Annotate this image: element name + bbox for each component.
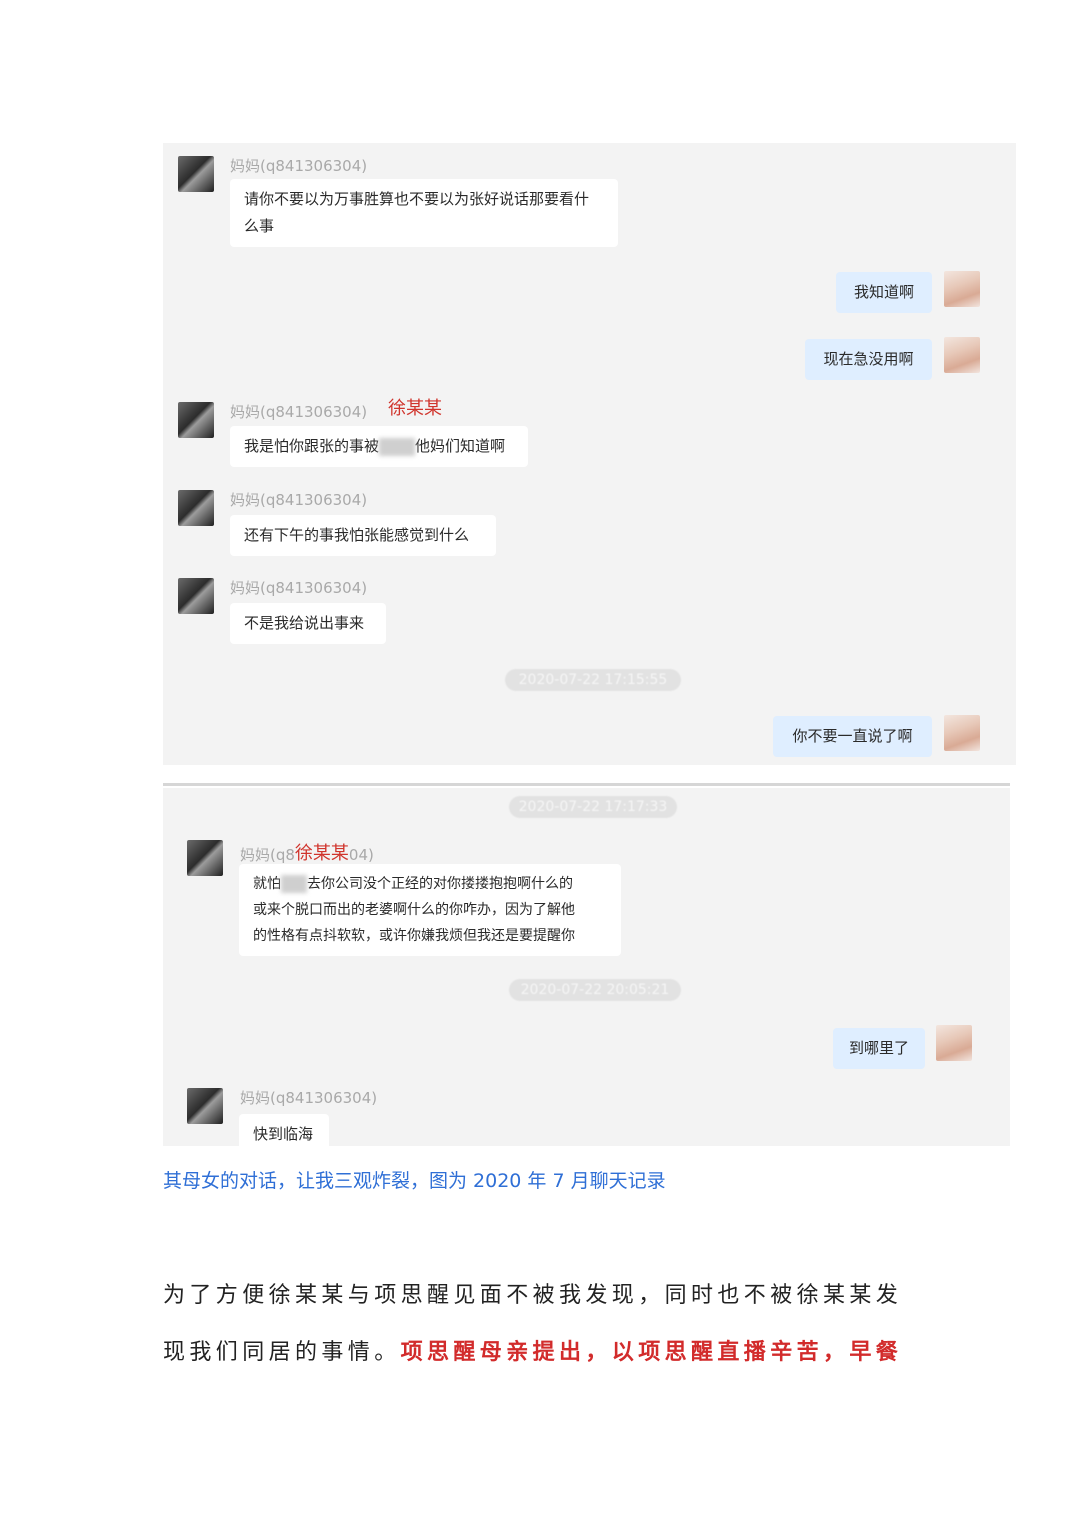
reply-bubble: 现在急没用啊 xyxy=(805,339,932,380)
my-avatar xyxy=(944,271,980,307)
reply-bubble: 你不要一直说了啊 xyxy=(773,716,932,757)
message-bubble: 请你不要以为万事胜算也不要以为张好说话那要看什 么事 xyxy=(230,179,618,247)
redaction-blur xyxy=(281,875,307,893)
timestamp: 2020-07-22 20:05:21 xyxy=(509,979,681,1001)
timestamp: 2020-07-22 17:15:55 xyxy=(505,669,681,691)
message-bubble: 快到临海 xyxy=(239,1114,329,1146)
message-bubble: 就怕 去你公司没个正经的对你搂搂抱抱啊什么的 或来个脱口而出的老婆啊什么的你咋办，… xyxy=(239,864,621,956)
mom-avatar xyxy=(178,490,214,526)
sender-name: 妈妈(q841306304) xyxy=(240,1089,378,1107)
message-text: 就怕 xyxy=(253,876,281,892)
mom-avatar xyxy=(178,402,214,438)
image-caption: 其母女的对话，让我三观炸裂，图为 2020 年 7 月聊天记录 xyxy=(163,1170,666,1192)
sender-name: 妈妈(q841306304) xyxy=(230,579,368,597)
sender-prefix: 妈妈(q8 xyxy=(240,846,295,864)
chat-screenshot-1: 妈妈(q841306304) 请你不要以为万事胜算也不要以为张好说话那要看什 么… xyxy=(163,143,1016,765)
message-bubble: 不是我给说出事来 xyxy=(230,603,386,644)
reply-bubble: 到哪里了 xyxy=(833,1028,925,1069)
divider xyxy=(163,783,1010,786)
mom-avatar xyxy=(187,840,223,876)
paragraph-line: 为了方便徐某某与项思醒见面不被我发现，同时也不被徐某某发 xyxy=(163,1283,903,1308)
sender-name: 妈妈(q841306304) xyxy=(230,403,368,421)
sender-suffix: 04) xyxy=(348,846,374,864)
timestamp: 2020-07-22 17:17:33 xyxy=(509,796,677,818)
sender-name: 妈妈(q8徐某某04) xyxy=(240,840,374,866)
my-avatar xyxy=(944,337,980,373)
paragraph-line: 现我们同居的事情。项思醒母亲提出，以项思醒直播辛苦，早餐 xyxy=(163,1334,902,1366)
chat-screenshot-2: 2020-07-22 17:17:33 妈妈(q8徐某某04) 就怕 去你公司没个… xyxy=(163,788,1010,1146)
mom-avatar xyxy=(178,578,214,614)
message-bubble: 还有下午的事我怕张能感觉到什么 xyxy=(230,515,496,556)
highlighted-text: 项思醒母亲提出，以项思醒直播辛苦，早餐 xyxy=(400,1340,903,1365)
reply-bubble: 我知道啊 xyxy=(836,272,932,313)
message-text: 去你公司没个正经的对你搂搂抱抱啊什么的 xyxy=(307,876,573,892)
message-text: 我是怕你跟张的事被 xyxy=(244,437,380,455)
message-bubble: 我是怕你跟张的事被 他妈们知道啊 xyxy=(230,426,528,467)
my-avatar xyxy=(944,715,980,751)
paragraph-text: 现我们同居的事情。 xyxy=(163,1340,401,1365)
annotation-label: 徐某某 xyxy=(294,843,349,864)
message-text: 请你不要以为万事胜算也不要以为张好说话那要看什 xyxy=(244,190,590,208)
message-text: 的性格有点抖软软，或许你嫌我烦但我还是要提醒你 xyxy=(253,928,575,944)
message-text: 他妈们知道啊 xyxy=(415,437,506,455)
redaction-blur xyxy=(379,437,416,456)
message-line: 就怕 去你公司没个正经的对你搂搂抱抱啊什么的 xyxy=(253,871,607,897)
message-text: 或来个脱口而出的老婆啊什么的你咋办，因为了解他 xyxy=(253,902,575,918)
annotation-label: 徐某某 xyxy=(388,398,442,419)
sender-name: 妈妈(q841306304) xyxy=(230,491,368,509)
mom-avatar xyxy=(187,1088,223,1124)
message-text: 么事 xyxy=(244,217,275,235)
my-avatar xyxy=(936,1025,972,1061)
mom-avatar xyxy=(178,156,214,192)
sender-name: 妈妈(q841306304) xyxy=(230,157,368,175)
